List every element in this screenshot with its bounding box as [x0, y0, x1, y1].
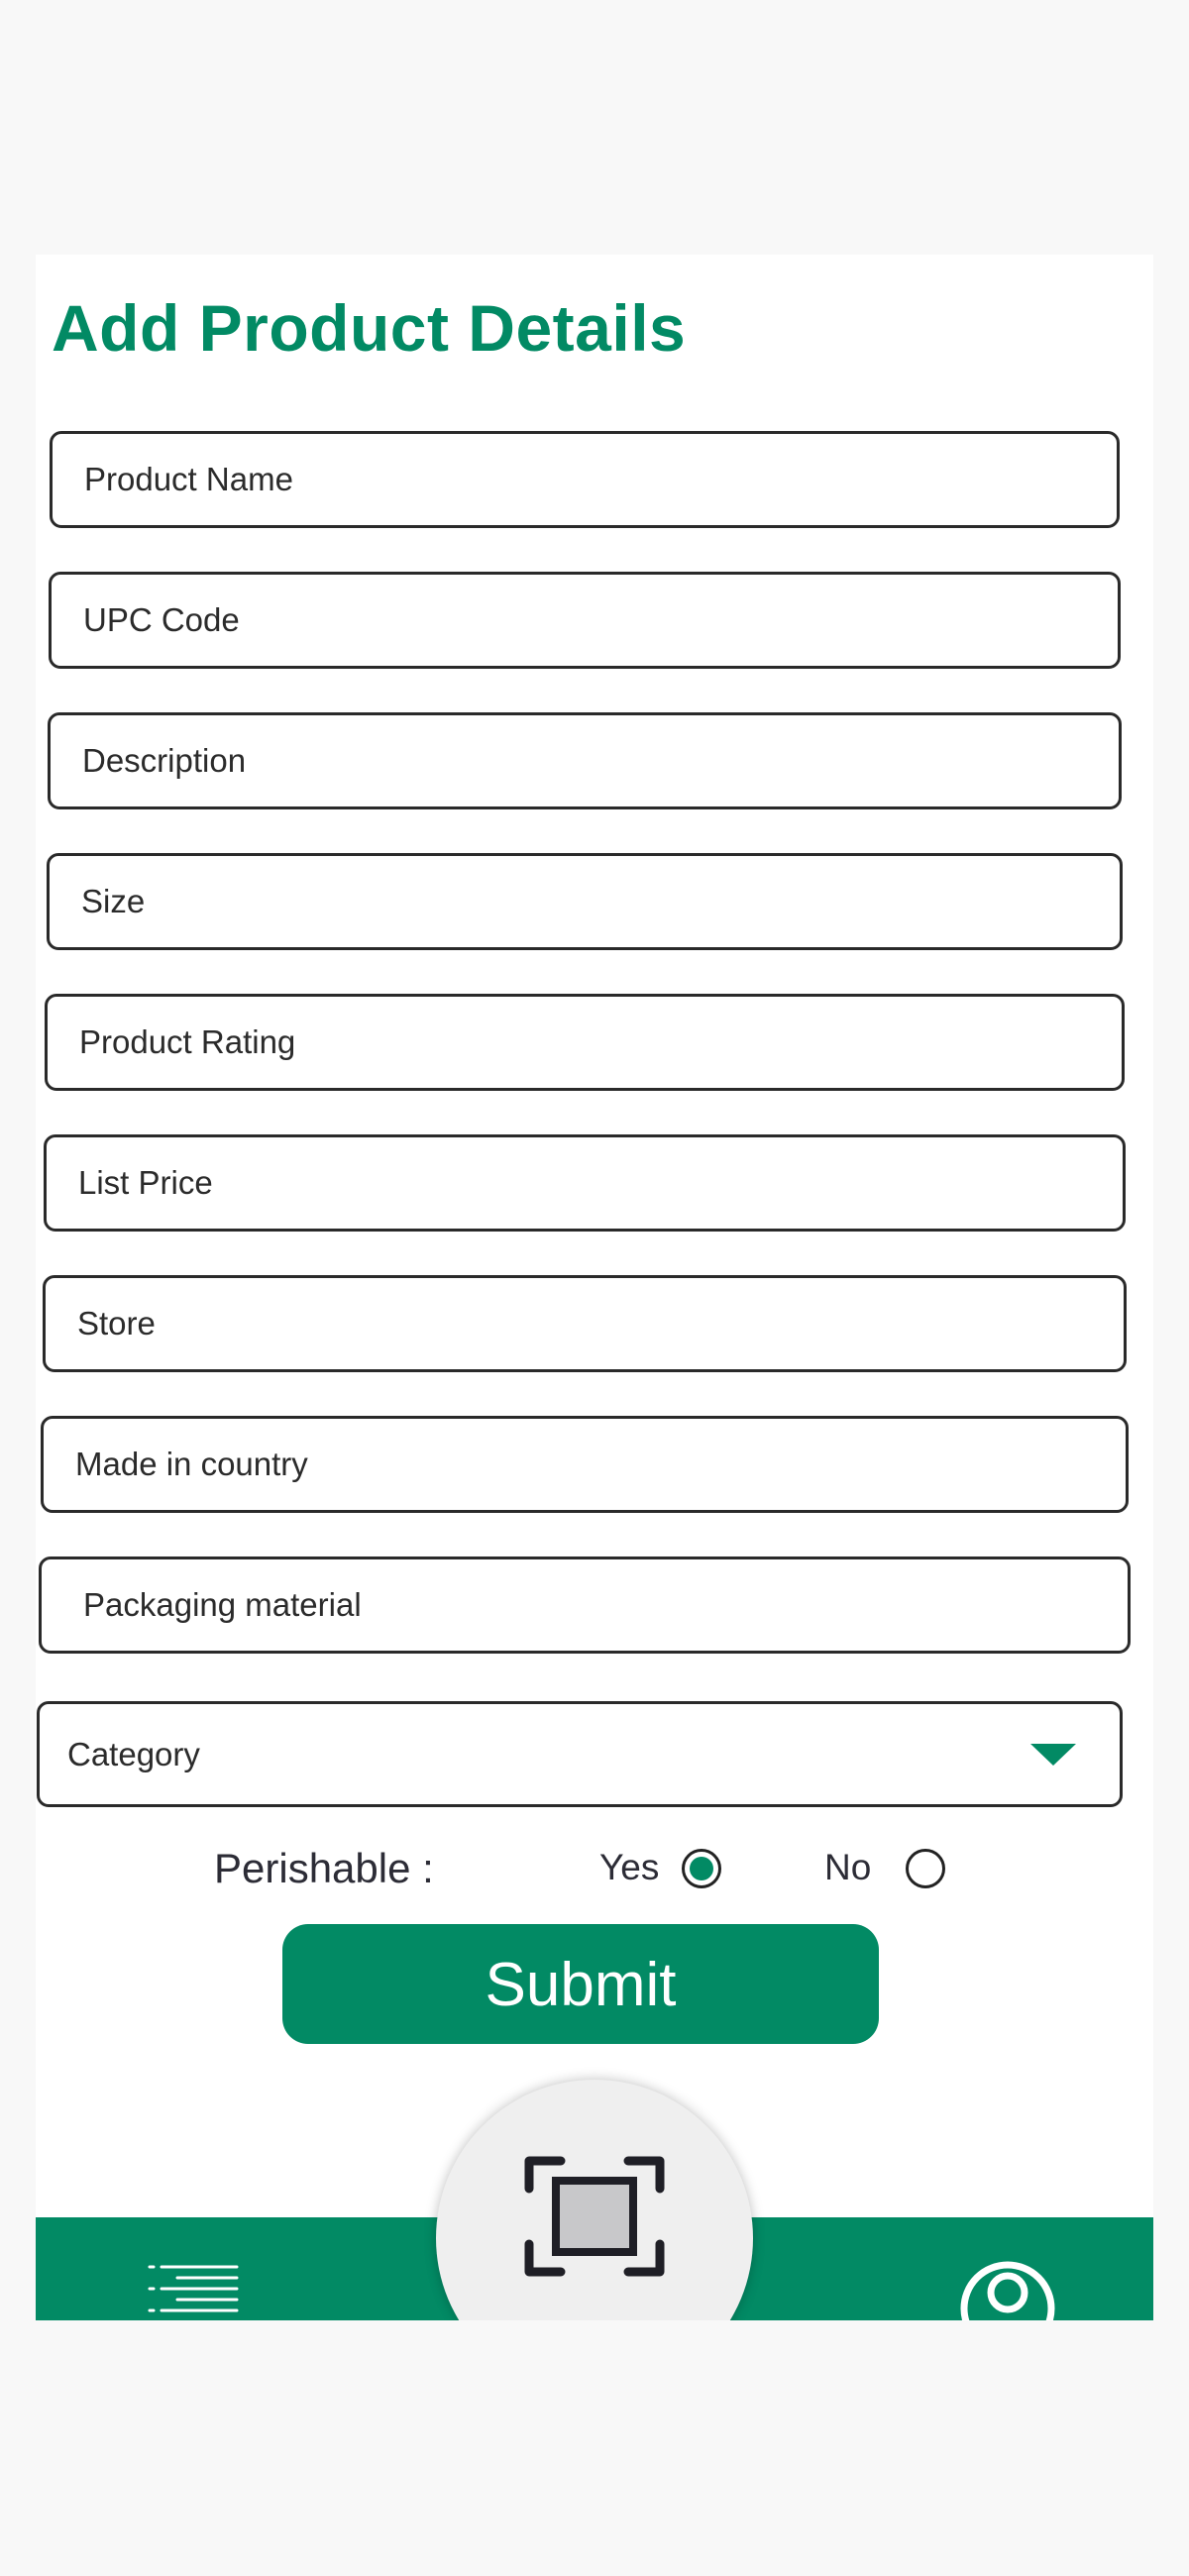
scan-icon [524, 2156, 665, 2277]
product-name-input[interactable] [53, 434, 1117, 525]
chevron-down-icon[interactable] [1030, 1743, 1076, 1766]
category-select[interactable]: Category [37, 1701, 1123, 1807]
product-form-card: Add Product Details Category Perishable … [36, 255, 1153, 2320]
perishable-no-label[interactable]: No [824, 1847, 871, 1888]
perishable-label: Perishable : [214, 1845, 434, 1891]
upc-code-input[interactable] [52, 575, 1118, 666]
product-rating-field[interactable] [45, 994, 1125, 1091]
perishable-no-radio[interactable] [906, 1849, 945, 1888]
packaging-material-field[interactable] [39, 1556, 1131, 1654]
store-field[interactable] [43, 1275, 1127, 1372]
menu-icon[interactable] [142, 2257, 245, 2320]
upc-code-field[interactable] [49, 572, 1121, 669]
description-input[interactable] [51, 715, 1119, 806]
description-field[interactable] [48, 712, 1122, 809]
list-price-field[interactable] [44, 1134, 1126, 1232]
packaging-material-input[interactable] [42, 1559, 1128, 1651]
perishable-yes-label[interactable]: Yes [599, 1847, 659, 1888]
size-input[interactable] [50, 856, 1120, 947]
made-in-country-field[interactable] [41, 1416, 1129, 1513]
submit-button[interactable]: Submit [282, 1924, 879, 2044]
scan-button[interactable] [436, 2080, 753, 2320]
store-input[interactable] [46, 1278, 1124, 1369]
perishable-yes-radio[interactable] [682, 1849, 721, 1888]
product-name-field[interactable] [50, 431, 1120, 528]
category-label: Category [67, 1735, 200, 1772]
size-field[interactable] [47, 853, 1123, 950]
perishable-row: Perishable : Yes No [36, 1835, 1153, 1904]
profile-icon[interactable] [956, 2257, 1059, 2320]
list-price-input[interactable] [47, 1137, 1123, 1229]
page-title: Add Product Details [52, 291, 687, 365]
made-in-country-input[interactable] [44, 1419, 1126, 1510]
product-rating-input[interactable] [48, 997, 1122, 1088]
